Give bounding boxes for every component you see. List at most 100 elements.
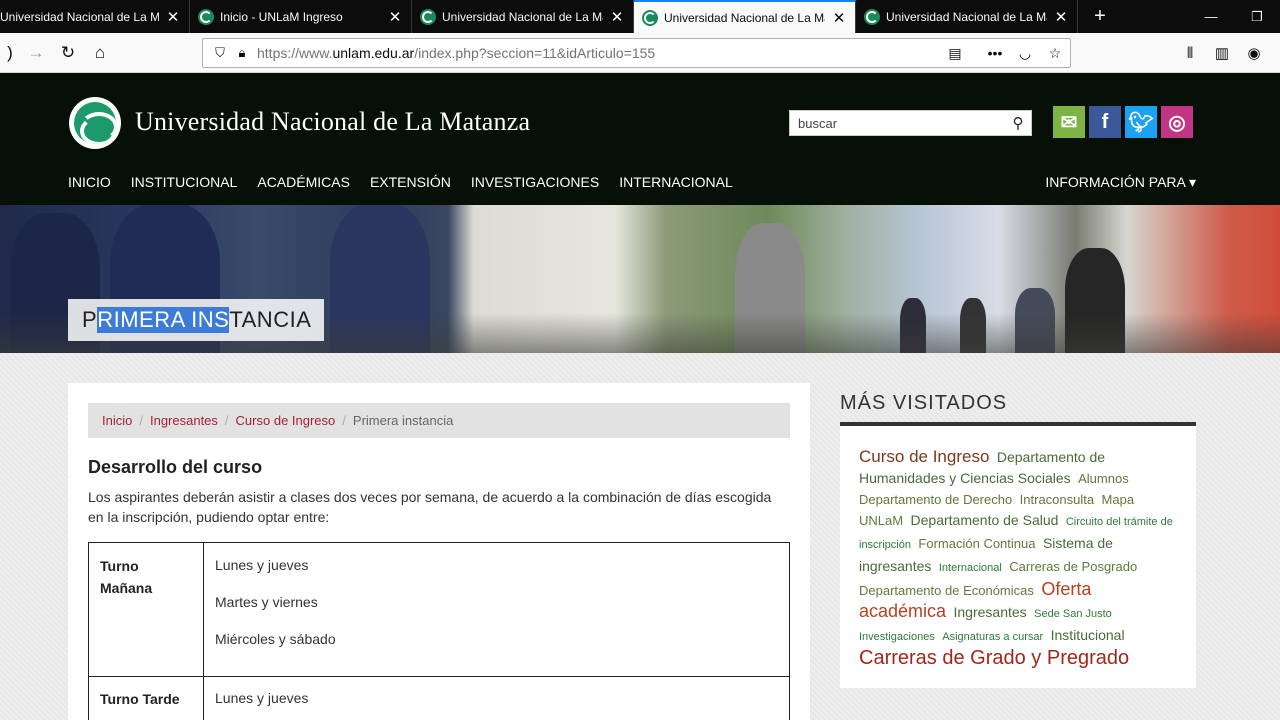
page-section-title: P RIMERA INS TANCIA <box>68 299 324 341</box>
bookmark-star-icon[interactable]: ☆ <box>1040 45 1070 62</box>
shield-icon[interactable]: ⛉ <box>209 45 231 61</box>
tag-link[interactable]: Formación Continua <box>918 536 1035 551</box>
tag-link[interactable]: Investigaciones <box>859 631 935 643</box>
site-name[interactable]: Universidad Nacional de La Matanza <box>135 107 530 137</box>
browser-tab[interactable]: Universidad Nacional de La Ma ✕ <box>0 0 190 33</box>
browser-tab-strip: Universidad Nacional de La Ma ✕ Inicio -… <box>0 0 1280 33</box>
close-tab-icon[interactable]: ✕ <box>165 8 181 26</box>
tag-link[interactable]: Carreras de Grado y Pregrado <box>859 647 1129 669</box>
lock-icon[interactable]: 🔒︎ <box>231 45 253 61</box>
twitter-icon[interactable]: 🐦︎ <box>1125 106 1157 138</box>
library-icon[interactable]: ⫴ <box>1174 37 1206 69</box>
unlam-favicon-icon <box>198 8 214 25</box>
tab-title: Universidad Nacional de La Ma <box>0 9 159 24</box>
main-content-card: Inicio / Ingresantes / Curso de Ingreso … <box>68 383 810 720</box>
unlam-favicon-icon <box>864 8 880 25</box>
table-divider <box>89 676 789 677</box>
tab-title: Universidad Nacional de La Ma <box>886 9 1047 24</box>
minimize-icon[interactable]: — <box>1188 0 1234 33</box>
menu-item-internacional[interactable]: INTERNACIONAL <box>619 174 733 190</box>
tag-link[interactable]: Alumnos <box>1078 471 1129 486</box>
menu-item-academicas[interactable]: ACADÉMICAS <box>257 174 350 190</box>
close-tab-icon[interactable]: ✕ <box>609 8 625 26</box>
url-text[interactable]: https://www.unlam.edu.ar/index.php?secci… <box>257 45 940 61</box>
breadcrumb-link-inicio[interactable]: Inicio <box>102 413 132 428</box>
reload-button[interactable]: ↻ <box>52 37 84 69</box>
toolbar-right: ⫴ ▥ ◉ <box>1174 37 1270 69</box>
instagram-icon[interactable]: ◎ <box>1161 106 1193 138</box>
forward-button[interactable]: → <box>20 37 52 69</box>
breadcrumb-link-ingresantes[interactable]: Ingresantes <box>150 413 218 428</box>
menu-item-institucional[interactable]: INSTITUCIONAL <box>131 174 238 190</box>
site-header: Universidad Nacional de La Matanza busca… <box>0 73 1280 205</box>
browser-tab[interactable]: Inicio - UNLaM Ingreso ✕ <box>190 0 412 33</box>
table-cell: Miércoles y sábado <box>215 631 336 647</box>
main-menu: INICIO INSTITUCIONAL ACADÉMICAS EXTENSIÓ… <box>68 174 733 190</box>
tag-link[interactable]: Asignaturas a cursar <box>942 631 1043 643</box>
search-input[interactable]: buscar <box>790 116 1005 131</box>
breadcrumb-separator: / <box>342 413 346 428</box>
browser-tab[interactable]: Universidad Nacional de La Ma ✕ <box>412 0 634 33</box>
navigation-bar: ) → ↻ ⌂ ⛉ 🔒︎ https://www.unlam.edu.ar/in… <box>0 33 1280 73</box>
close-tab-icon[interactable]: ✕ <box>1053 8 1069 26</box>
content-heading: Desarrollo del curso <box>88 457 263 477</box>
account-icon[interactable]: ◉ <box>1238 37 1270 69</box>
reader-view-icon[interactable]: ▤ <box>940 45 970 62</box>
table-cell: Martes y viernes <box>215 594 318 610</box>
table-divider <box>203 543 204 720</box>
sidebar-icon[interactable]: ▥ <box>1206 37 1238 69</box>
table-cell: Lunes y jueves <box>215 557 309 573</box>
tab-title: Inicio - UNLaM Ingreso <box>220 9 343 24</box>
tag-cloud: Curso de Ingreso Departamento de Humanid… <box>859 446 1179 670</box>
schedule-table: Turno Mañana Lunes y jueves Martes y vier… <box>88 542 790 720</box>
unlam-favicon-icon <box>642 9 658 26</box>
tag-link[interactable]: Carreras de Posgrado <box>1009 559 1137 574</box>
menu-item-investigaciones[interactable]: INVESTIGACIONES <box>471 174 599 190</box>
tag-link[interactable]: Departamento de Derecho <box>859 492 1012 507</box>
tag-link[interactable]: Ingresantes <box>954 604 1027 620</box>
tag-cloud-card: Curso de Ingreso Departamento de Humanid… <box>840 426 1196 688</box>
pocket-icon[interactable]: ◡ <box>1010 45 1040 62</box>
breadcrumb-link-curso[interactable]: Curso de Ingreso <box>236 413 336 428</box>
browser-tab-active[interactable]: Universidad Nacional de La Ma ✕ <box>634 0 856 33</box>
table-cell: Lunes y jueves <box>215 690 309 706</box>
email-icon[interactable]: ✉ <box>1053 106 1085 138</box>
home-button[interactable]: ⌂ <box>84 37 116 69</box>
facebook-icon[interactable]: f <box>1089 106 1121 138</box>
new-tab-button[interactable]: + <box>1078 0 1122 33</box>
page-actions-icon[interactable]: ••• <box>980 45 1010 61</box>
restore-icon[interactable]: ❐ <box>1234 0 1280 33</box>
tag-link[interactable]: Internacional <box>939 562 1002 574</box>
close-tab-icon[interactable]: ✕ <box>831 9 847 27</box>
turno-manana-label: Turno Mañana <box>100 558 153 596</box>
tab-title: Universidad Nacional de La Ma <box>442 9 603 24</box>
close-tab-icon[interactable]: ✕ <box>387 8 403 26</box>
back-button[interactable]: ) <box>0 37 20 69</box>
window-controls: — ❐ <box>1188 0 1280 33</box>
breadcrumb-current: Primera instancia <box>352 413 454 428</box>
tag-link[interactable]: Institucional <box>1051 627 1125 643</box>
most-visited-heading: MÁS VISITADOS <box>840 392 1008 414</box>
search-box[interactable]: buscar ⚲ <box>789 110 1032 136</box>
tag-link[interactable]: Sede San Justo <box>1034 608 1112 620</box>
info-para-dropdown[interactable]: INFORMACIÓN PARA ▾ <box>1045 174 1196 191</box>
tag-link[interactable]: Departamento de Económicas <box>859 583 1034 598</box>
unlam-favicon-icon <box>420 8 436 25</box>
logo-mark <box>74 102 116 144</box>
url-bar[interactable]: ⛉ 🔒︎ https://www.unlam.edu.ar/index.php?… <box>202 38 1071 68</box>
selected-text: RIMERA INS <box>97 307 230 333</box>
browser-tab[interactable]: Universidad Nacional de La Ma ✕ <box>856 0 1078 33</box>
tab-title: Universidad Nacional de La Ma <box>664 10 825 25</box>
menu-item-extension[interactable]: EXTENSIÓN <box>370 174 451 190</box>
menu-item-inicio[interactable]: INICIO <box>68 174 111 190</box>
unlam-logo[interactable] <box>69 97 121 149</box>
tag-link[interactable]: Intraconsulta <box>1020 492 1094 507</box>
breadcrumb: Inicio / Ingresantes / Curso de Ingreso … <box>88 403 790 438</box>
breadcrumb-separator: / <box>224 413 229 428</box>
turno-tarde-label: Turno Tarde <box>100 691 180 707</box>
content-paragraph: Los aspirantes deberán asistir a clases … <box>88 489 772 525</box>
tag-link[interactable]: Curso de Ingreso <box>859 447 989 466</box>
social-links: ✉ f 🐦︎ ◎ <box>1053 106 1193 138</box>
search-icon[interactable]: ⚲ <box>1005 114 1031 132</box>
tag-link[interactable]: Departamento de Salud <box>911 512 1059 528</box>
